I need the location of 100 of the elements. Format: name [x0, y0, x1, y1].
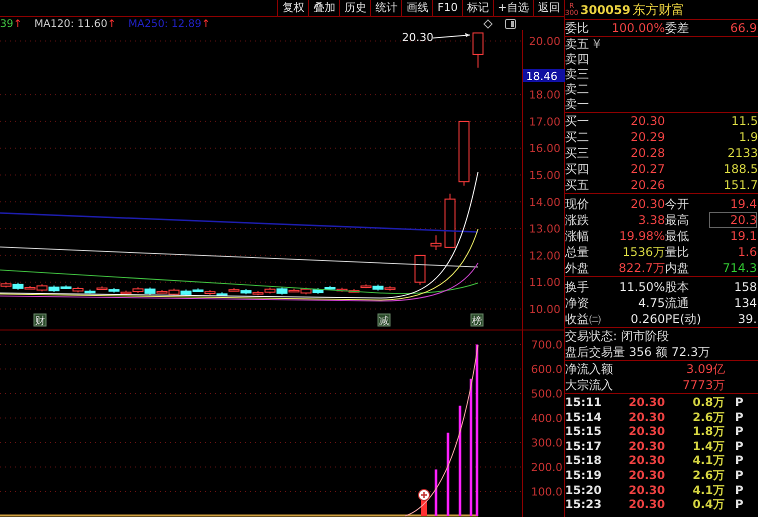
- plus-circle-icon[interactable]: [418, 489, 430, 501]
- tick-price: 20.30: [628, 424, 665, 439]
- ask-label: 卖二: [565, 82, 589, 97]
- price-axis-label: 10.00: [529, 303, 560, 316]
- field-value: 20.30: [630, 196, 665, 212]
- tick-volume: 1.8万: [692, 424, 725, 439]
- field-label: 今开: [665, 196, 690, 212]
- tick-time: 15:17: [565, 438, 601, 454]
- event-marker[interactable]: 榜: [470, 314, 484, 327]
- tick-volume: 2.6万: [692, 410, 725, 424]
- diamond-icon[interactable]: [483, 18, 493, 28]
- volume-axis-label: 700.0: [531, 338, 562, 352]
- bid-label: 买三: [565, 145, 590, 161]
- flow-label: 净流入额: [565, 361, 614, 377]
- trade-type-label: P: [734, 424, 744, 439]
- tick-volume: 1.4万: [692, 438, 725, 454]
- field-label: 涨幅: [565, 228, 590, 244]
- candlestick: [458, 120, 470, 186]
- field-value: 4.75: [637, 295, 665, 311]
- bid-price: 20.27: [630, 161, 665, 177]
- tick-time: 15:14: [565, 410, 601, 424]
- volume-axis-label: 500.0: [531, 388, 562, 400]
- volume-axis-label: 300.0: [531, 436, 562, 450]
- tick-time: 15:15: [565, 424, 601, 439]
- after-hours-volume: 盘后交易量 356 额 72.3万: [565, 344, 712, 360]
- field-value: 19.98%: [618, 228, 665, 244]
- field-label: 量比: [665, 244, 690, 260]
- tick-volume: 0.4万: [692, 497, 725, 512]
- field-value: 39.: [736, 311, 757, 327]
- bid-label: 买四: [565, 161, 590, 177]
- tick-price: 20.30: [628, 497, 665, 512]
- tick-price: 20.30: [628, 410, 665, 424]
- field-label: 内盘: [665, 260, 690, 276]
- price-axis-label: 14.00: [529, 196, 560, 209]
- field-label: 外盘: [565, 260, 590, 276]
- bid-volume: 1.9: [738, 129, 758, 145]
- tick-volume: 4.1万: [692, 482, 725, 498]
- candlestick: [430, 234, 442, 251]
- ma-arrow: ↑: [13, 18, 22, 30]
- field-label: 委差: [665, 20, 690, 36]
- ma-arrow: ↑: [201, 18, 210, 30]
- ma-arrow: ↑: [107, 18, 116, 30]
- tick-volume: 2.6万: [692, 468, 725, 483]
- flow-value: 7773万: [681, 377, 725, 393]
- bid-price: 20.28: [630, 145, 665, 161]
- trading-status: 交易状态: 闭市阶段: [565, 328, 670, 344]
- bid-price: 20.30: [630, 113, 665, 129]
- bid-label: 买五: [565, 177, 590, 193]
- ma-value: MA120: 11.60: [34, 18, 108, 30]
- price-annotation: 20.30: [402, 31, 470, 44]
- field-value: 3.38: [637, 212, 665, 228]
- field-label: 流通: [665, 295, 690, 311]
- field-value: 158: [733, 279, 757, 295]
- field-value: 822.7万: [618, 260, 665, 276]
- field-label: 股本: [665, 279, 690, 295]
- tick-time: 15:23: [565, 497, 601, 512]
- field-value: 134: [733, 295, 757, 311]
- ask-label: 卖三: [565, 67, 589, 82]
- tick-volume: 4.1万: [692, 453, 725, 468]
- ask-label: 卖一: [565, 97, 589, 112]
- tick-time: 15:18: [565, 453, 601, 468]
- field-value: 714.3: [722, 260, 757, 276]
- trade-type-label: P: [734, 497, 744, 512]
- event-marker[interactable]: 财: [34, 314, 46, 327]
- volume-axis-label: 200.0: [531, 461, 562, 474]
- ma-value: 39: [0, 18, 14, 30]
- field-label: 现价: [565, 196, 590, 212]
- field-label: 最高: [665, 212, 690, 228]
- price-axis-label: 13.00: [529, 222, 560, 236]
- volume-axis-label: 100.0: [531, 486, 562, 498]
- field-label: 净资: [565, 295, 590, 311]
- candlestick: [472, 32, 484, 68]
- price-axis-label: 11.00: [529, 276, 560, 290]
- tick-price: 20.30: [628, 468, 665, 483]
- tick-price: 20.30: [628, 482, 665, 498]
- field-label: 委比: [565, 20, 590, 36]
- tick-price: 20.30: [628, 395, 665, 410]
- price-axis-label: 16.00: [529, 142, 560, 156]
- tick-time: 15:20: [565, 482, 601, 498]
- field-value: 11.50%: [618, 279, 665, 295]
- trade-type-label: P: [734, 482, 744, 498]
- field-label: PE(动): [665, 311, 702, 327]
- event-marker[interactable]: 减: [378, 314, 390, 327]
- tick-time: 15:11: [565, 395, 601, 410]
- field-label: 最低: [665, 228, 690, 244]
- field-label: 换手: [565, 279, 590, 295]
- price-axis-label: 17.00: [529, 115, 560, 128]
- bid-price: 20.29: [630, 129, 665, 145]
- trade-type-label: P: [734, 395, 744, 410]
- ask-label: 卖五: [565, 37, 589, 52]
- field-value: 1536万: [621, 244, 665, 260]
- price-axis-label: 20.00: [529, 35, 560, 48]
- price-axis-label: 18.00: [529, 88, 560, 102]
- panel-icon[interactable]: [505, 18, 516, 28]
- tick-price: 20.30: [628, 453, 665, 468]
- field-value: 19.1: [730, 228, 757, 244]
- field-value: 100.00%: [610, 20, 665, 36]
- field-label: 涨跌: [565, 212, 590, 228]
- bid-volume: 11.5: [730, 113, 758, 129]
- bid-label: 买一: [565, 113, 590, 129]
